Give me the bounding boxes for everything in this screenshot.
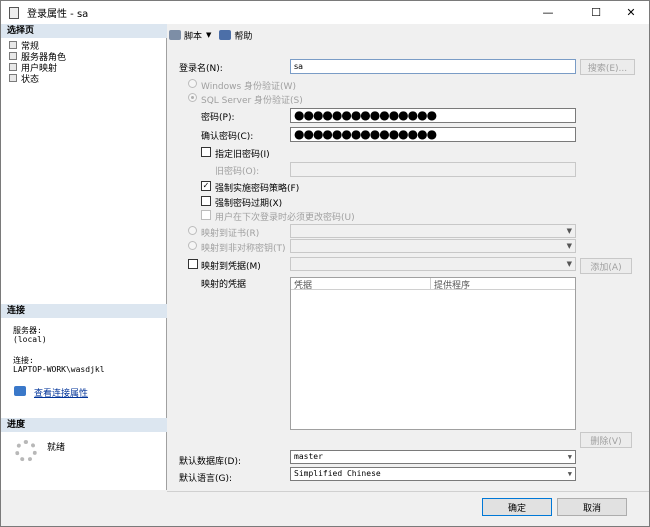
page-label: 状态 bbox=[21, 74, 40, 85]
grid-col-provider[interactable]: 提供程序 bbox=[431, 278, 575, 291]
map-cert-label: 映射到证书(R) bbox=[201, 229, 260, 239]
button-bar: 确定 取消 bbox=[167, 491, 649, 526]
credential-select[interactable]: ▼ bbox=[290, 257, 576, 271]
cancel-button[interactable]: 取消 bbox=[557, 498, 627, 516]
page-item-status[interactable]: 状态 bbox=[9, 73, 40, 85]
page-icon bbox=[9, 63, 17, 71]
connection-value: LAPTOP-WORK\wasdjkl bbox=[13, 365, 105, 374]
script-label: 脚本 bbox=[184, 31, 203, 42]
asym-key-select[interactable]: ▼ bbox=[290, 239, 576, 253]
connection-header: 连接 bbox=[1, 304, 167, 318]
help-label: 帮助 bbox=[234, 31, 253, 42]
connection-properties-icon bbox=[14, 386, 26, 396]
must-change-checkbox[interactable] bbox=[201, 210, 211, 220]
enforce-expiry-checkbox[interactable] bbox=[201, 196, 211, 206]
progress-status: 就绪 bbox=[47, 443, 66, 453]
view-connection-properties-link[interactable]: 查看连接属性 bbox=[34, 386, 88, 399]
page-icon bbox=[9, 74, 17, 82]
page-item-user-mapping[interactable]: 用户映射 bbox=[9, 62, 57, 74]
login-name-input[interactable]: sa bbox=[290, 59, 576, 74]
progress-header: 进度 bbox=[1, 418, 167, 432]
default-db-value: master bbox=[294, 452, 323, 461]
grid-col-credential[interactable]: 凭据 bbox=[291, 278, 431, 291]
sql-auth-label: SQL Server 身份验证(S) bbox=[201, 96, 303, 106]
confirm-password-input[interactable]: ●●●●●●●●●●●●●●● bbox=[290, 127, 576, 142]
chevron-down-icon: ▼ bbox=[566, 227, 572, 235]
chevron-down-icon: ▼ bbox=[567, 470, 572, 478]
enforce-policy-label: 强制实施密码策略(F) bbox=[215, 184, 300, 194]
default-language-select[interactable]: Simplified Chinese ▼ bbox=[290, 467, 576, 481]
help-button[interactable]: 帮助 bbox=[219, 29, 252, 42]
default-language-label: 默认语言(G): bbox=[179, 474, 233, 484]
window-icon bbox=[9, 6, 19, 19]
map-asym-radio[interactable] bbox=[188, 241, 197, 250]
must-change-label: 用户在下次登录时必须更改密码(U) bbox=[215, 213, 355, 223]
windows-auth-radio[interactable] bbox=[188, 79, 197, 88]
map-asym-label: 映射到非对称密钥(T) bbox=[201, 244, 286, 254]
enforce-expiry-label: 强制密码过期(X) bbox=[215, 199, 283, 209]
credentials-grid[interactable]: 凭据 提供程序 bbox=[290, 277, 576, 430]
default-db-label: 默认数据库(D): bbox=[179, 457, 241, 467]
mapped-credentials-label: 映射的凭据 bbox=[201, 280, 247, 290]
chevron-down-icon: ▼ bbox=[206, 31, 212, 39]
confirm-password-label: 确认密码(C): bbox=[201, 132, 254, 142]
login-properties-window: 登录属性 - sa — ☐ ✕ 选择页 常规 服务器角色 用户映射 状态 连接 … bbox=[0, 0, 650, 527]
minimize-button[interactable]: — bbox=[528, 1, 568, 24]
password-label: 密码(P): bbox=[201, 113, 235, 123]
specify-old-password-checkbox[interactable] bbox=[201, 147, 211, 157]
help-icon bbox=[219, 30, 232, 40]
remove-button[interactable]: 删除(V) bbox=[580, 432, 632, 448]
map-cert-radio[interactable] bbox=[188, 226, 197, 235]
old-password-label: 旧密码(O): bbox=[215, 167, 260, 177]
script-button[interactable]: 脚本 ▼ bbox=[169, 29, 211, 42]
page-icon bbox=[9, 41, 17, 49]
old-password-input[interactable] bbox=[290, 162, 576, 177]
default-db-select[interactable]: master ▼ bbox=[290, 450, 576, 464]
sidebar: 选择页 常规 服务器角色 用户映射 状态 连接 服务器: (local) 连接:… bbox=[1, 24, 167, 490]
page-icon bbox=[9, 52, 17, 60]
sql-auth-radio[interactable] bbox=[188, 93, 197, 102]
password-input[interactable]: ●●●●●●●●●●●●●●● bbox=[290, 108, 576, 123]
window-title: 登录属性 - sa bbox=[27, 9, 89, 20]
map-cred-checkbox[interactable] bbox=[188, 259, 198, 269]
page-item-server-roles[interactable]: 服务器角色 bbox=[9, 51, 66, 63]
default-language-value: Simplified Chinese bbox=[294, 469, 381, 478]
server-value: (local) bbox=[13, 335, 47, 344]
script-icon bbox=[169, 30, 181, 40]
map-cred-label: 映射到凭据(M) bbox=[201, 262, 261, 272]
close-button[interactable]: ✕ bbox=[611, 1, 650, 24]
page-item-general[interactable]: 常规 bbox=[9, 40, 39, 52]
pages-header: 选择页 bbox=[1, 24, 167, 38]
progress-spinner-icon bbox=[15, 440, 37, 462]
chevron-down-icon: ▼ bbox=[567, 453, 572, 461]
title-bar: 登录属性 - sa — ☐ ✕ bbox=[1, 1, 649, 24]
enforce-policy-checkbox[interactable]: ✓ bbox=[201, 181, 211, 191]
login-name-label: 登录名(N): bbox=[179, 64, 223, 74]
chevron-down-icon: ▼ bbox=[566, 260, 572, 268]
specify-old-password-label: 指定旧密码(I) bbox=[215, 150, 270, 160]
maximize-button[interactable]: ☐ bbox=[576, 1, 616, 24]
general-page: 登录名(N): sa 搜索(E)... Windows 身份验证(W) SQL … bbox=[169, 47, 639, 490]
ok-button[interactable]: 确定 bbox=[482, 498, 552, 516]
windows-auth-label: Windows 身份验证(W) bbox=[201, 82, 296, 92]
add-button[interactable]: 添加(A) bbox=[580, 258, 632, 274]
cert-select[interactable]: ▼ bbox=[290, 224, 576, 238]
chevron-down-icon: ▼ bbox=[566, 242, 572, 250]
toolbar: 脚本 ▼ 帮助 bbox=[169, 26, 260, 44]
search-button[interactable]: 搜索(E)... bbox=[580, 59, 635, 75]
